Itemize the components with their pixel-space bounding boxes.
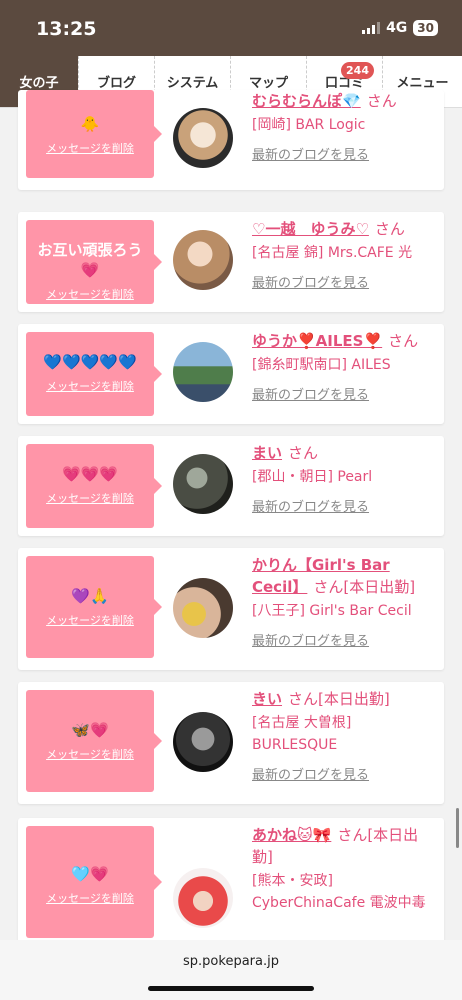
delete-message-link[interactable]: メッセージを削除 xyxy=(26,890,154,906)
home-indicator[interactable] xyxy=(148,986,314,991)
honorific: さん xyxy=(374,220,405,238)
entry-info: ゆうか❣️AILES❣️ さん [錦糸町駅南口] AILES 最新のブログを見る xyxy=(252,330,438,403)
message-text: 💙💙💙💙💙 xyxy=(43,353,137,371)
entry-info: きい さん[本日出勤] [名古屋 大曽根] BURLESQUE 最新のブログを見る xyxy=(252,688,438,783)
avatar[interactable] xyxy=(173,454,233,514)
browser-url-bar[interactable]: sp.pokepara.jp xyxy=(0,940,462,1000)
shop-label: [岡崎] BAR Logic xyxy=(252,117,366,133)
status-indicators: 4G 30 xyxy=(362,20,438,36)
girl-name-link[interactable]: まい xyxy=(252,444,282,462)
latest-blog-link[interactable]: 最新のブログを見る xyxy=(252,272,438,291)
girl-name-link[interactable]: あかね🐱🎀 xyxy=(252,826,331,844)
list-item: 💙💙💙💙💙 メッセージを削除 ゆうか❣️AILES❣️ さん [錦糸町駅南口] A… xyxy=(18,324,444,424)
delete-message-link[interactable]: メッセージを削除 xyxy=(26,378,154,394)
message-bubble: 🐥 メッセージを削除 xyxy=(26,90,162,178)
girl-name-link[interactable]: むらむらんぽ💎 xyxy=(252,92,361,110)
latest-blog-link[interactable]: 最新のブログを見る xyxy=(252,144,438,163)
message-text: 💗💗💗 xyxy=(61,465,119,483)
entry-info: むらむらんぽ💎 さん [岡崎] BAR Logic 最新のブログを見る xyxy=(252,90,438,163)
latest-blog-link[interactable]: 最新のブログを見る xyxy=(252,496,438,515)
message-text: 💜🙏 xyxy=(71,587,109,605)
message-text: 🦋💗 xyxy=(71,721,109,739)
honorific: さん xyxy=(366,92,397,110)
girl-name-link[interactable]: ♡一越 ゆうみ♡ xyxy=(252,220,369,238)
message-bubble: お互い頑張ろう💗 メッセージを削除 xyxy=(26,220,162,304)
honorific: さん[本日出勤] xyxy=(288,690,390,708)
list-item: お互い頑張ろう💗 メッセージを削除 ♡一越 ゆうみ♡ さん [名古屋 錦] Mrs… xyxy=(18,212,444,312)
shop-label: [八王子] Girl's Bar Cecil xyxy=(252,603,412,619)
battery-icon: 30 xyxy=(413,20,438,36)
message-bubble: 💙💙💙💙💙 メッセージを削除 xyxy=(26,332,162,416)
list-item: 🦋💗 メッセージを削除 きい さん[本日出勤] [名古屋 大曽根] BURLESQ… xyxy=(18,682,444,804)
list-item: 💗💗💗 メッセージを削除 まい さん [郡山・朝日] Pearl 最新のブログを見… xyxy=(18,436,444,536)
girl-name-link[interactable]: きい xyxy=(252,690,282,708)
avatar[interactable] xyxy=(173,712,233,772)
shop-label: [名古屋 大曽根] BURLESQUE xyxy=(252,715,352,753)
avatar[interactable] xyxy=(173,342,233,402)
delete-message-link[interactable]: メッセージを削除 xyxy=(26,746,154,762)
message-bubble: 🦋💗 メッセージを削除 xyxy=(26,690,162,792)
signal-icon xyxy=(362,22,381,34)
message-text: 🩵💗 xyxy=(71,865,109,883)
avatar[interactable] xyxy=(173,230,233,290)
entry-info: ♡一越 ゆうみ♡ さん [名古屋 錦] Mrs.CAFE 光 最新のブログを見る xyxy=(252,218,438,291)
message-bubble: 💜🙏 メッセージを削除 xyxy=(26,556,162,658)
list-item: 🐥 メッセージを削除 むらむらんぽ💎 さん [岡崎] BAR Logic 最新のブ… xyxy=(18,90,444,190)
delete-message-link[interactable]: メッセージを削除 xyxy=(26,140,154,156)
latest-blog-link[interactable]: 最新のブログを見る xyxy=(252,384,438,403)
list-item: 🩵💗 メッセージを削除 あかね🐱🎀 さん[本日出勤] [熊本・安政] CyberC… xyxy=(18,818,444,948)
review-count-badge: 244 xyxy=(341,62,374,79)
shop-label: [名古屋 錦] Mrs.CAFE 光 xyxy=(252,245,413,261)
network-label: 4G xyxy=(386,20,408,36)
shop-label: [錦糸町駅南口] AILES xyxy=(252,357,391,373)
shop-label: [熊本・安政] CyberChinaCafe 電波中毒 xyxy=(252,873,426,911)
shop-label: [郡山・朝日] Pearl xyxy=(252,469,373,485)
scrollbar[interactable] xyxy=(456,808,459,848)
entry-info: かりん【Girl's Bar Cecil】 さん[本日出勤] [八王子] Girl… xyxy=(252,554,438,649)
message-text: 🐥 xyxy=(80,115,100,133)
delete-message-link[interactable]: メッセージを削除 xyxy=(26,612,154,628)
message-bubble: 💗💗💗 メッセージを削除 xyxy=(26,444,162,528)
delete-message-link[interactable]: メッセージを削除 xyxy=(26,490,154,506)
honorific: さん xyxy=(288,444,319,462)
avatar[interactable] xyxy=(173,108,233,168)
status-bar: 13:25 4G 30 xyxy=(0,0,462,56)
status-time: 13:25 xyxy=(36,18,97,40)
latest-blog-link[interactable]: 最新のブログを見る xyxy=(252,630,438,649)
list-item: 💜🙏 メッセージを削除 かりん【Girl's Bar Cecil】 さん[本日出勤… xyxy=(18,548,444,670)
girl-name-link[interactable]: ゆうか❣️AILES❣️ xyxy=(252,332,382,350)
message-bubble: 🩵💗 メッセージを削除 xyxy=(26,826,162,938)
delete-message-link[interactable]: メッセージを削除 xyxy=(26,286,154,302)
latest-blog-link[interactable]: 最新のブログを見る xyxy=(252,764,438,783)
entry-info: あかね🐱🎀 さん[本日出勤] [熊本・安政] CyberChinaCafe 電波中… xyxy=(252,824,438,914)
avatar[interactable] xyxy=(173,868,233,928)
url-text: sp.pokepara.jp xyxy=(183,954,279,969)
avatar[interactable] xyxy=(173,578,233,638)
entry-info: まい さん [郡山・朝日] Pearl 最新のブログを見る xyxy=(252,442,438,515)
honorific: さん[本日出勤] xyxy=(313,578,416,596)
honorific: さん xyxy=(388,332,419,350)
message-text: お互い頑張ろう💗 xyxy=(37,241,143,279)
